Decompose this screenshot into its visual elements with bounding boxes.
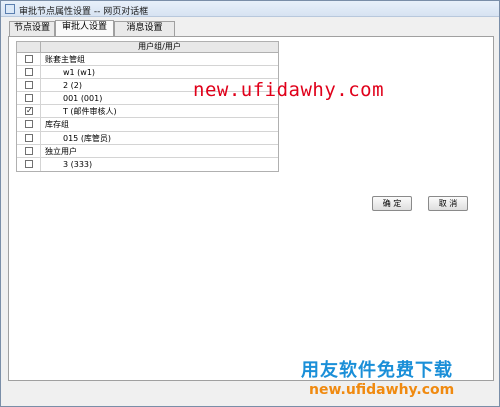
tab-approver-settings[interactable]: 审批人设置 [55,20,114,36]
ok-button[interactable]: 确 定 [372,196,412,211]
checkbox-cell [17,92,41,105]
checkbox-cell [17,144,41,157]
user-group-grid: 用户组/用户 账套主管组 w1 (w1) 2 (2) 001 (001) ✓ T (邮件审… [16,41,279,172]
window-title: 审批节点属性设置 -- 网页对话框 [19,7,149,17]
user-row: 015 (库管员) [17,131,278,145]
cancel-button[interactable]: 取 消 [428,196,468,211]
row-checkbox[interactable] [25,55,33,63]
checkbox-column-header [17,42,41,52]
group-row: 独立用户 [17,144,278,158]
checkbox-cell [17,79,41,92]
row-checkbox[interactable] [25,94,33,103]
group-row: 账套主管组 [17,53,278,67]
row-checkbox[interactable] [25,146,33,155]
row-label: 015 (库管员) [63,133,112,143]
checkbox-cell [17,118,41,131]
grid-header-label: 用户组/用户 [138,42,181,51]
app-icon [5,4,15,14]
row-label: w1 (w1) [63,68,96,78]
checkbox-cell [17,66,41,79]
site-logo-name: 用友软件免费下载 [301,360,453,381]
checkbox-cell [17,53,41,66]
row-checkbox[interactable] [25,133,33,142]
grid-body: 账套主管组 w1 (w1) 2 (2) 001 (001) ✓ T (邮件审核人) 库存组 0… [17,53,278,171]
row-checkbox[interactable] [25,68,33,77]
row-checkbox[interactable] [25,159,33,168]
user-row: w1 (w1) [17,66,278,80]
row-checkbox[interactable]: ✓ [25,107,33,116]
grid-header: 用户组/用户 [17,42,278,53]
checkbox-cell [17,157,41,171]
row-checkbox[interactable] [25,81,33,90]
row-label: T (邮件审核人) [63,107,117,117]
row-checkbox[interactable] [25,120,33,129]
dialog-window: 审批节点属性设置 -- 网页对话框 节点设置 审批人设置 消息设置 用户组/用户… [0,0,500,407]
row-label: 3 (333) [63,159,93,169]
row-label: 库存组 [45,120,69,130]
checkbox-cell: ✓ [17,105,41,118]
site-logo-url: new.ufidawhy.com [309,382,455,398]
row-label: 001 (001) [63,94,103,104]
user-row: ✓ T (邮件审核人) [17,105,278,119]
tab-node-settings[interactable]: 节点设置 [9,21,55,36]
row-label: 2 (2) [63,81,82,91]
watermark-url: new.ufidawhy.com [193,79,385,101]
tab-message-settings[interactable]: 消息设置 [114,21,175,36]
title-bar: 审批节点属性设置 -- 网页对话框 [1,1,499,17]
row-label: 账套主管组 [45,55,85,64]
checkbox-cell [17,131,41,144]
row-label: 独立用户 [45,146,77,156]
user-row: 3 (333) [17,157,278,171]
group-row: 库存组 [17,118,278,132]
